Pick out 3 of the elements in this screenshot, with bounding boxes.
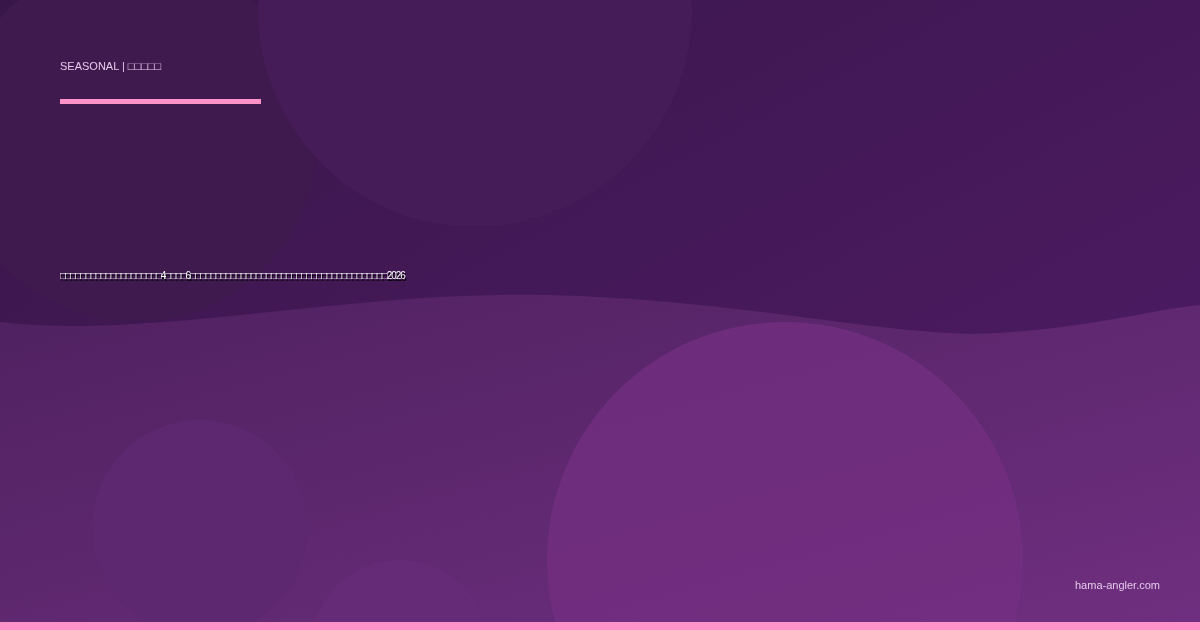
article-title: □□□□□□□□□□□□□□□□□□□□4□□□□6□□□□□□□□□□□□□□□□□□□□□□□□□□□□□□□□□□□□□□□2026 (60, 270, 405, 282)
category-label: SEASONAL | □□□□□ (60, 60, 162, 73)
site-domain: hama-angler.com (1075, 579, 1160, 592)
